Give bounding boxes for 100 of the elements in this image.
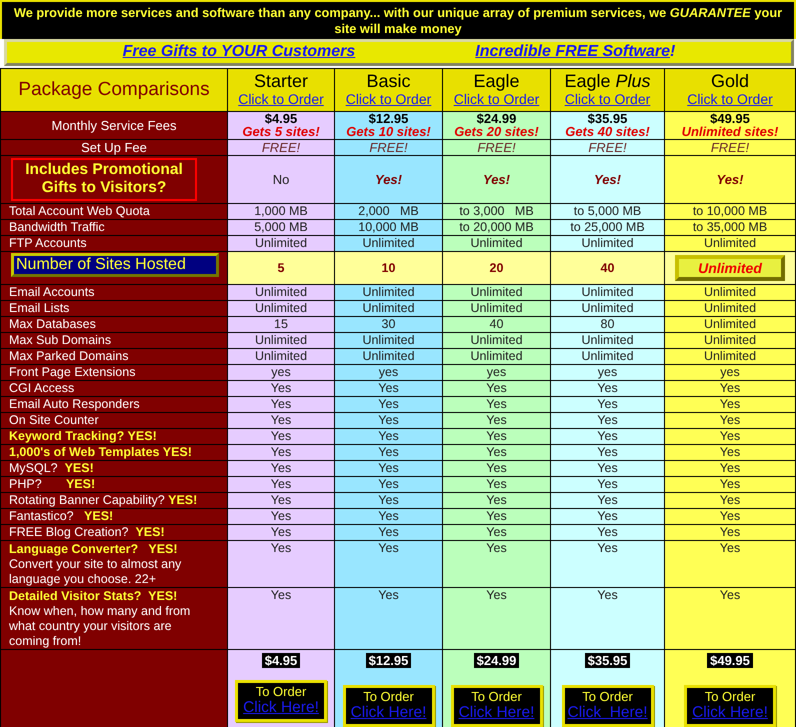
table-cell: Yes xyxy=(228,380,334,396)
table-cell: to 35,000 MB xyxy=(664,220,796,236)
table-cell: 20 xyxy=(442,252,550,284)
table-cell: FREE! xyxy=(442,140,550,156)
table-cell: Unlimited xyxy=(228,348,334,364)
order-button[interactable]: To Order Click Here! xyxy=(450,685,542,727)
order-button[interactable]: To Order Click Here! xyxy=(684,685,776,727)
feature-label: Max Parked Domains xyxy=(0,348,228,364)
table-cell: Unlimited xyxy=(550,236,664,252)
feature-label: Bandwidth Traffic xyxy=(0,220,228,236)
feature-label: Set Up Fee xyxy=(0,140,228,156)
order-link[interactable]: Click to Order xyxy=(238,91,324,107)
table-cell: to 3,000 MB xyxy=(442,204,550,220)
order-button[interactable]: To Order Click Here! xyxy=(342,685,434,727)
table-cell: Yes xyxy=(442,524,550,540)
table-cell: Yes xyxy=(334,460,442,476)
table-cell: Yes xyxy=(442,380,550,396)
price-text: $12.95 xyxy=(368,112,410,125)
price-text: $4.95 xyxy=(264,112,298,125)
price-tag: $4.95 xyxy=(262,653,300,668)
table-cell: Unlimited xyxy=(442,332,550,348)
table-cell: 10,000 MB xyxy=(334,220,442,236)
table-cell: Yes xyxy=(442,492,550,508)
table-cell: Yes xyxy=(664,492,796,508)
table-cell: Yes xyxy=(664,588,796,650)
table-cell: Unlimited xyxy=(334,348,442,364)
table-cell: Unlimited xyxy=(550,348,664,364)
table-cell: Unlimited xyxy=(664,348,796,364)
table-cell: yes xyxy=(664,364,796,380)
order-button[interactable]: To Order Click Here! xyxy=(562,685,654,727)
table-cell: Yes xyxy=(664,444,796,460)
feature-label: 1,000's of Web Templates YES! xyxy=(0,444,228,460)
table-cell: Yes xyxy=(442,428,550,444)
table-cell: Unlimited xyxy=(442,348,550,364)
table-cell: Yes xyxy=(664,380,796,396)
table-cell: Yes xyxy=(442,396,550,412)
table-cell: Yes xyxy=(334,492,442,508)
table-cell: Yes xyxy=(228,492,334,508)
table-cell: Yes xyxy=(228,396,334,412)
plan-name: Starter xyxy=(252,71,310,91)
table-cell: Yes xyxy=(550,508,664,524)
order-button[interactable]: To Order Click Here! xyxy=(235,680,327,722)
table-cell: Unlimited xyxy=(442,300,550,316)
table-cell: Yes xyxy=(550,524,664,540)
table-cell: Yes xyxy=(664,412,796,428)
table-cell: yes xyxy=(228,364,334,380)
table-cell: Unlimited xyxy=(550,284,664,300)
table-cell: Yes xyxy=(550,476,664,492)
promo-link[interactable]: Free Gifts to YOUR Customers xyxy=(122,43,356,60)
table-cell: Unlimited xyxy=(228,236,334,252)
promo-banner: We provide more services and software than any company... with our unique array of premium services, we GUARANTEE your site will make money xyxy=(0,0,796,39)
table-cell: Yes xyxy=(442,460,550,476)
table-cell: FREE! xyxy=(550,140,664,156)
table-cell: Yes xyxy=(228,508,334,524)
table-cell: Unlimited xyxy=(550,332,664,348)
order-link[interactable]: Click to Order xyxy=(454,91,540,107)
table-cell: 30 xyxy=(334,316,442,332)
unlimited-badge: Unlimited xyxy=(675,255,785,281)
table-cell: Unlimited xyxy=(664,332,796,348)
table-cell: Yes xyxy=(228,476,334,492)
feature-label: Email Lists xyxy=(0,300,228,316)
plan-name: Eagle Plus xyxy=(563,71,652,91)
table-cell: Unlimited xyxy=(334,284,442,300)
table-cell: FREE! xyxy=(334,140,442,156)
feature-label: Keyword Tracking? YES! xyxy=(0,428,228,444)
plan-name: Eagle xyxy=(472,71,521,91)
table-cell: FREE! xyxy=(228,140,334,156)
table-cell: Yes xyxy=(334,524,442,540)
table-cell: Yes xyxy=(550,428,664,444)
price-tag: $24.99 xyxy=(474,653,520,668)
table-cell: Yes xyxy=(334,444,442,460)
table-cell: yes xyxy=(550,364,664,380)
table-cell: Unlimited xyxy=(664,316,796,332)
table-cell: Yes xyxy=(550,540,664,588)
table-cell: Yes xyxy=(664,476,796,492)
promo-link[interactable]: Incredible FREE Software xyxy=(475,43,670,60)
feature-label: FTP Accounts xyxy=(0,236,228,252)
link-exclamation: ! xyxy=(670,43,676,60)
sites-note: Gets 40 sites! xyxy=(564,125,651,139)
table-cell: Unlimited xyxy=(228,300,334,316)
sites-note: Gets 20 sites! xyxy=(453,125,540,139)
table-cell: Yes xyxy=(334,380,442,396)
order-link[interactable]: Click to Order xyxy=(346,91,432,107)
feature-label: Fantastico? YES! xyxy=(0,508,228,524)
table-cell: 1,000 MB xyxy=(228,204,334,220)
feature-label: Monthly Service Fees xyxy=(0,112,228,140)
table-title: Package Comparisons xyxy=(0,68,228,112)
table-cell: Yes xyxy=(664,460,796,476)
order-link[interactable]: Click to Order xyxy=(564,91,650,107)
table-cell: 80 xyxy=(550,316,664,332)
table-cell: Unlimited xyxy=(550,300,664,316)
feature-label: Email Auto Responders xyxy=(0,396,228,412)
table-cell: Unlimited xyxy=(442,236,550,252)
feature-label: PHP? YES! xyxy=(0,476,228,492)
table-cell: Yes xyxy=(442,444,550,460)
table-cell: Yes! xyxy=(334,156,442,204)
order-link[interactable]: Click to Order xyxy=(687,91,773,107)
table-cell: Unlimited xyxy=(334,300,442,316)
price-tag: $49.95 xyxy=(707,653,753,668)
table-cell: Unlimited xyxy=(664,236,796,252)
